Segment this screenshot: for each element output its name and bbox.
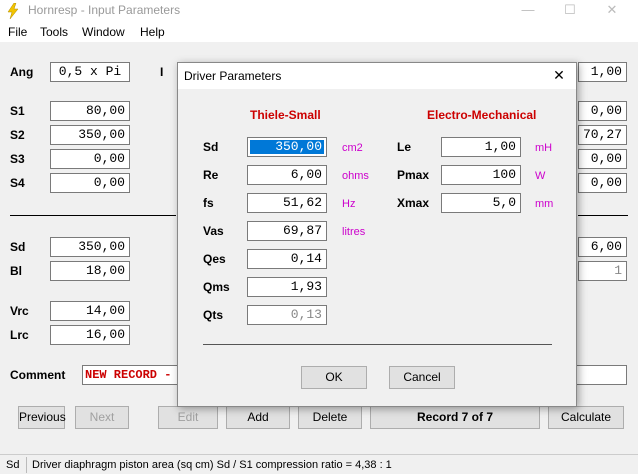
dialog-title: Driver Parameters xyxy=(184,69,282,83)
ts-sd-label: Sd xyxy=(203,140,219,154)
s1-field[interactable]: 80,00 xyxy=(50,101,130,121)
em-le-label: Le xyxy=(397,140,412,154)
ang-field[interactable]: 0,5 x Pi xyxy=(50,62,130,82)
electro-mechanical-heading: Electro-Mechanical xyxy=(427,108,537,122)
menu-tools[interactable]: Tools xyxy=(40,25,68,39)
calculate-button[interactable]: Calculate xyxy=(548,406,624,429)
ts-re-unit: ohms xyxy=(342,170,369,182)
s3-label: S3 xyxy=(10,152,25,166)
ts-qts-field: 0,13 xyxy=(247,305,327,325)
s2-field[interactable]: 350,00 xyxy=(50,125,130,145)
title-bar: Hornresp - Input Parameters — ☐ ✕ xyxy=(0,0,638,22)
ts-qms-field[interactable]: 1,93 xyxy=(247,277,327,297)
cancel-button[interactable]: Cancel xyxy=(389,366,455,389)
bl-label: Bl xyxy=(10,264,22,278)
menu-help[interactable]: Help xyxy=(140,25,165,39)
thiele-small-heading: Thiele-Small xyxy=(250,108,321,122)
em-pmax-label: Pmax xyxy=(397,168,430,182)
hidden-label-ang-row: I xyxy=(160,65,164,79)
menu-window[interactable]: Window xyxy=(82,25,125,39)
close-button[interactable]: ✕ xyxy=(590,0,634,22)
record-indicator: Record 7 of 7 xyxy=(370,406,540,429)
ts-vas-field[interactable]: 69,87 xyxy=(247,221,327,241)
menu-bar: File Tools Window Help xyxy=(0,22,638,42)
em-xmax-label: Xmax xyxy=(397,196,430,210)
lightning-bolt-icon xyxy=(7,3,19,19)
dialog-title-bar: Driver Parameters ✕ xyxy=(178,63,576,89)
sd-label: Sd xyxy=(10,240,26,254)
dialog-close-icon[interactable]: ✕ xyxy=(544,65,574,87)
ts-fs-unit: Hz xyxy=(342,198,356,210)
right-field-4[interactable]: 0,00 xyxy=(578,149,627,169)
add-button[interactable]: Add xyxy=(226,406,290,429)
previous-button[interactable]: Previous xyxy=(18,406,66,429)
s1-label: S1 xyxy=(10,104,25,118)
vrc-label: Vrc xyxy=(10,304,29,318)
next-button[interactable]: Next xyxy=(75,406,129,429)
ok-button[interactable]: OK xyxy=(301,366,367,389)
driver-parameters-dialog: Driver Parameters ✕ Thiele-Small Electro… xyxy=(177,62,577,407)
right-field-5[interactable]: 0,00 xyxy=(578,173,627,193)
lrc-label: Lrc xyxy=(10,328,29,342)
sd-field[interactable]: 350,00 xyxy=(50,237,130,257)
dialog-divider xyxy=(203,344,552,345)
ts-vas-label: Vas xyxy=(203,224,224,238)
ts-qms-label: Qms xyxy=(203,280,230,294)
ts-fs-label: fs xyxy=(203,196,214,210)
divider-left xyxy=(10,215,176,216)
s3-field[interactable]: 0,00 xyxy=(50,149,130,169)
em-le-unit: mH xyxy=(535,142,553,154)
s2-label: S2 xyxy=(10,128,25,142)
s4-field[interactable]: 0,00 xyxy=(50,173,130,193)
right-field-1[interactable]: 1,00 xyxy=(578,62,627,82)
maximize-button[interactable]: ☐ xyxy=(548,0,592,22)
comment-label: Comment xyxy=(10,368,66,382)
ts-re-label: Re xyxy=(203,168,219,182)
em-pmax-field[interactable]: 100 xyxy=(441,165,521,185)
ts-sd-field[interactable]: 350,00 xyxy=(247,137,327,157)
status-separator xyxy=(26,457,27,473)
right-field-2[interactable]: 0,00 xyxy=(578,101,627,121)
s4-label: S4 xyxy=(10,176,25,190)
status-description: Driver diaphragm piston area (sq cm) Sd … xyxy=(32,459,392,471)
ts-re-field[interactable]: 6,00 xyxy=(247,165,327,185)
divider-right xyxy=(578,215,628,216)
lrc-field[interactable]: 16,00 xyxy=(50,325,130,345)
ts-qes-field[interactable]: 0,14 xyxy=(247,249,327,269)
delete-button[interactable]: Delete xyxy=(298,406,362,429)
edit-button[interactable]: Edit xyxy=(158,406,218,429)
ts-qes-label: Qes xyxy=(203,252,226,266)
ts-qts-label: Qts xyxy=(203,308,224,322)
em-xmax-field[interactable]: 5,0 xyxy=(441,193,521,213)
ts-fs-field[interactable]: 51,62 xyxy=(247,193,327,213)
vrc-field[interactable]: 14,00 xyxy=(50,301,130,321)
em-xmax-unit: mm xyxy=(535,198,554,210)
right-field-6[interactable]: 6,00 xyxy=(578,237,627,257)
window-title: Hornresp - Input Parameters xyxy=(28,3,181,17)
status-bar: Sd Driver diaphragm piston area (sq cm) … xyxy=(0,454,638,474)
ts-vas-unit: litres xyxy=(342,226,366,238)
ts-sd-selected-value: 350,00 xyxy=(250,140,324,154)
right-field-7[interactable]: 1 xyxy=(578,261,627,281)
right-field-3[interactable]: 70,27 xyxy=(578,125,627,145)
status-field-code: Sd xyxy=(6,459,20,471)
em-le-field[interactable]: 1,00 xyxy=(441,137,521,157)
ts-sd-unit: cm2 xyxy=(342,142,363,154)
bl-field[interactable]: 18,00 xyxy=(50,261,130,281)
minimize-button[interactable]: — xyxy=(506,0,550,22)
em-pmax-unit: W xyxy=(535,170,546,182)
menu-file[interactable]: File xyxy=(8,25,27,39)
ang-label: Ang xyxy=(10,65,34,79)
